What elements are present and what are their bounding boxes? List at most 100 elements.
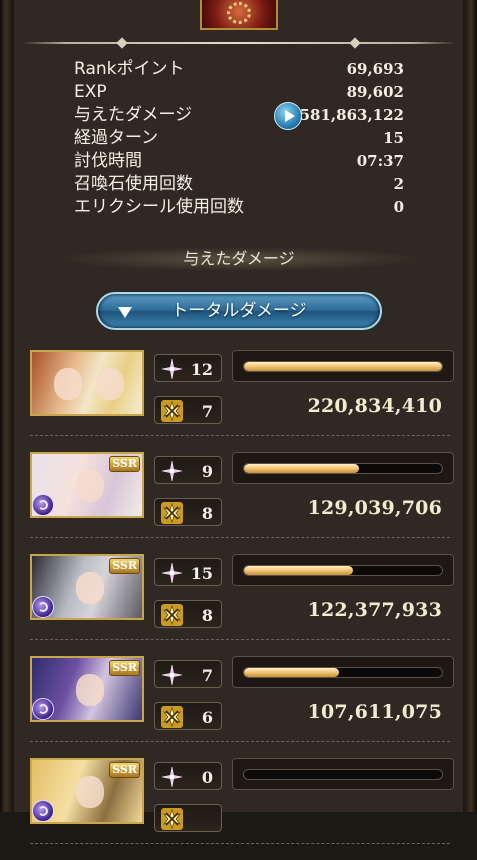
dark-element-icon [32,800,54,822]
ca-count-box: 7 [154,396,222,424]
ca-count-box [154,804,222,832]
stat-label: エリクシール使用回数 [74,197,244,217]
charge-attack-icon [161,502,183,524]
character-row: SSR 15 8 122,377,933 [30,554,456,656]
dark-element-icon [32,698,54,720]
ssr-badge: SSR [109,456,140,472]
skill-count-box: 15 [154,558,222,586]
stat-row-summons: 召喚石使用回数 2 [74,173,406,196]
stat-label: 討伐時間 [74,151,142,171]
character-portrait[interactable] [30,350,144,416]
gauge-track [243,769,443,780]
character-portrait[interactable]: SSR [30,554,144,620]
character-portrait[interactable]: SSR [30,656,144,722]
skill-sparkle-icon [161,766,183,788]
gauge-fill [244,566,353,575]
stat-label: 召喚石使用回数 [74,174,193,194]
row-separator [30,537,450,538]
skill-count-box: 9 [154,456,222,484]
charge-attack-icon [161,706,183,728]
damage-value: 129,039,706 [307,497,442,519]
stat-label: Rankポイント [74,59,185,79]
ca-count: 8 [201,606,213,625]
quest-emblem-icon [200,0,278,30]
damage-gauge [232,656,454,688]
battle-stats: Rankポイント 69,693 EXP 89,602 与えたダメージ 581,8… [74,58,406,219]
stat-value: 15 [383,129,404,147]
stat-value: 2 [393,175,404,193]
gauge-track [243,565,443,576]
row-separator [30,843,450,844]
gauge-fill [244,464,359,473]
character-row: 12 7 220,834,410 [30,350,456,452]
skill-count: 15 [190,564,213,583]
row-separator [30,435,450,436]
frame-left [0,0,14,812]
stat-value: 581,863,122 [299,106,404,124]
dark-element-icon [32,494,54,516]
damage-gauge [232,554,454,586]
ssr-badge: SSR [109,762,140,778]
stat-value: 07:37 [356,152,404,170]
skill-count: 7 [201,666,213,685]
skill-count-box: 7 [154,660,222,688]
stat-row-rank-points: Rankポイント 69,693 [74,58,406,81]
gauge-track [243,667,443,678]
dark-element-icon [32,596,54,618]
gauge-track [243,361,443,372]
ca-count: 8 [201,504,213,523]
stat-row-exp: EXP 89,602 [74,81,406,104]
stat-value: 69,693 [346,60,404,78]
row-separator [30,639,450,640]
ca-count: 7 [201,402,213,421]
skill-sparkle-icon [161,562,183,584]
ca-count: 6 [201,708,213,727]
skill-count: 12 [190,360,213,379]
ssr-badge: SSR [109,660,140,676]
frame-right [463,0,477,812]
skill-sparkle-icon [161,460,183,482]
stat-value: 0 [393,198,404,216]
damage-gauge [232,452,454,484]
character-row: SSR 7 6 107,611,075 [30,656,456,758]
dropdown-selected-label: トータルダメージ [171,301,307,321]
skill-count-box: 12 [154,354,222,382]
stat-row-turns: 経過ターン 15 [74,127,406,150]
charge-attack-icon [161,604,183,626]
stat-value: 89,602 [346,83,404,101]
character-row: SSR 0 [30,758,456,860]
skill-count: 9 [201,462,213,481]
damage-value: 220,834,410 [307,395,442,417]
character-portrait[interactable]: SSR [30,452,144,518]
skill-sparkle-icon [161,664,183,686]
damage-value: 122,377,933 [307,599,442,621]
stat-label: 経過ターン [74,128,159,148]
stat-label: 与えたダメージ [74,105,193,125]
play-icon[interactable] [274,102,302,130]
stat-row-damage: 与えたダメージ 581,863,122 [74,102,406,130]
ssr-badge: SSR [109,558,140,574]
stat-row-elixirs: エリクシール使用回数 0 [74,196,406,219]
skill-count-box: 0 [154,762,222,790]
ca-count-box: 8 [154,498,222,526]
row-separator [30,741,450,742]
charge-attack-icon [161,400,183,422]
ca-count-box: 8 [154,600,222,628]
damage-gauge [232,758,454,790]
stat-row-time: 討伐時間 07:37 [74,150,406,173]
damage-type-dropdown[interactable]: トータルダメージ [96,292,382,330]
damage-gauge [232,350,454,382]
section-title: 与えたダメージ [54,247,424,271]
charge-attack-icon [161,808,183,830]
skill-sparkle-icon [161,358,183,380]
character-portrait[interactable]: SSR [30,758,144,824]
gauge-fill [244,362,442,371]
gauge-fill [244,668,340,677]
character-row: SSR 9 8 129,039,706 [30,452,456,554]
divider [22,42,455,44]
ca-count-box: 6 [154,702,222,730]
gauge-track [243,463,443,474]
damage-value: 107,611,075 [307,701,442,723]
skill-count: 0 [201,768,213,787]
stat-label: EXP [74,82,107,102]
